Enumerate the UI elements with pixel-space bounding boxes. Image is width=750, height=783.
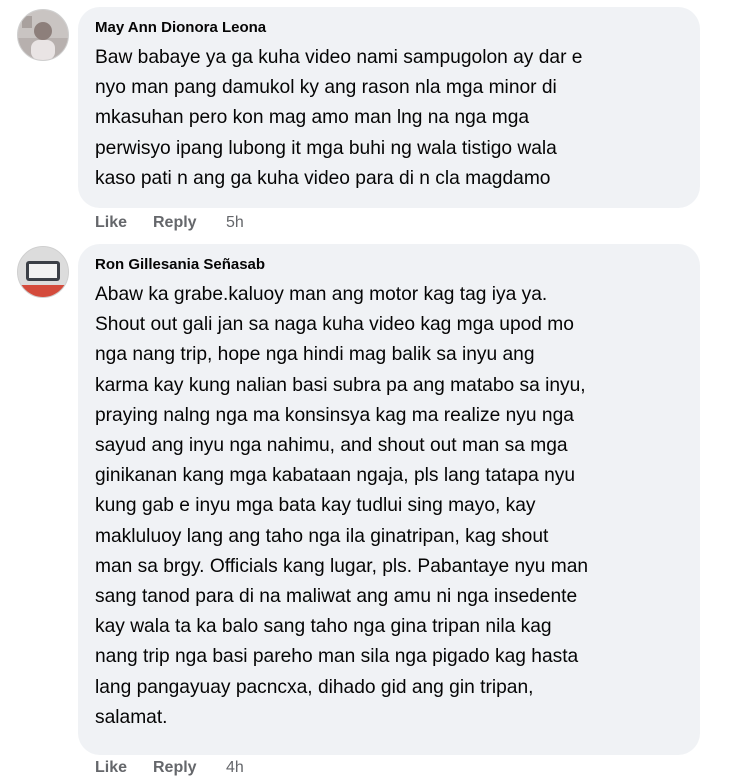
comment-timestamp[interactable]: 4h (226, 757, 244, 779)
comment-timestamp[interactable]: 5h (226, 212, 244, 234)
comment-text-line: perwisyo ipang lubong it mga buhi ng wal… (95, 137, 557, 159)
avatar[interactable] (17, 246, 69, 298)
comment-text-line: kaso pati n ang ga kuha video para di n … (95, 167, 551, 189)
comment-bubble: May Ann Dionora Leona Baw babaye ya ga k… (78, 7, 700, 208)
comment-bubble: Ron Gillesania Señasab Abaw ka grabe.kal… (78, 244, 700, 755)
reply-button[interactable]: Reply (153, 212, 197, 234)
comment-text-line: salamat. (95, 706, 168, 728)
comment-text-line: Abaw ka grabe.kaluoy man ang motor kag t… (95, 284, 548, 305)
comment-text-line: nyo man pang damukol ky ang rason nla mg… (95, 77, 557, 99)
comment-text-line: karma kay kung nalian basi subra pa ang … (95, 374, 586, 396)
comment-text-line: sayud ang inyu nga nahimu, and shout out… (95, 435, 568, 457)
comment-text-line: praying nalng nga ma konsinsya kag ma re… (95, 404, 574, 426)
like-button[interactable]: Like (95, 212, 127, 234)
comment-text-line: makluluoy lang ang taho nga ila ginatrip… (95, 525, 549, 547)
comment-author[interactable]: May Ann Dionora Leona (95, 18, 684, 38)
comment-text-line: lang pangayuay pacncxa, dihado gid ang g… (95, 676, 534, 698)
comment-text-line: mkasuhan pero kon mag amo man lng na nga… (95, 107, 530, 129)
reply-button[interactable]: Reply (153, 757, 197, 779)
comment-text-line: nang trip nga basi pareho man sila nga p… (95, 646, 579, 668)
comment-text-line: sang tanod para di na maliwat ang amu ni… (95, 586, 578, 608)
comment-author[interactable]: Ron Gillesania Señasab (95, 255, 684, 275)
comment-text-line: kung gab e inyu mga bata kay tudlui sing… (95, 495, 536, 517)
comment-text-line: man sa brgy. Officials kang lugar, pls. … (95, 555, 589, 577)
like-button[interactable]: Like (95, 757, 127, 779)
comment-text-line: ginikanan kang mga kabataan ngaja, pls l… (95, 465, 576, 487)
avatar[interactable] (17, 9, 69, 61)
comment-text-line: Baw babaye ya ga kuha video nami sampugo… (95, 47, 583, 68)
comment-text-line: kay wala ta ka balo sang taho nga gina t… (95, 616, 552, 638)
comment-text-line: nga nang trip, hope nga hindi mag balik … (95, 344, 535, 366)
comment-text-line: Shout out gali jan sa naga kuha video ka… (95, 314, 574, 336)
